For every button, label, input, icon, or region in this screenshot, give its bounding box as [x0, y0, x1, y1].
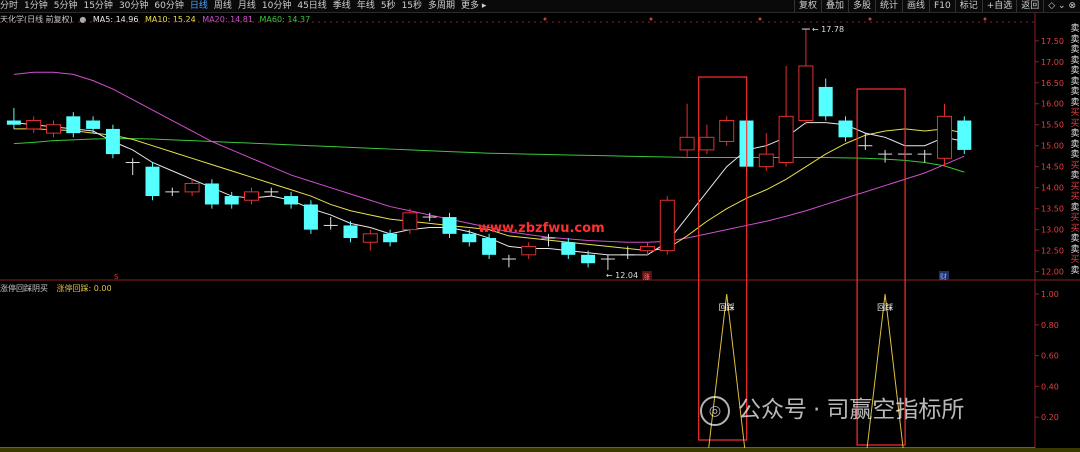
candle-body — [284, 196, 299, 205]
candle-body — [659, 199, 675, 252]
price-tick-label: 15.50 — [1041, 121, 1064, 130]
candle-body — [581, 254, 596, 264]
mark-zhang: 涨 — [643, 272, 650, 281]
event-marker-dot — [868, 17, 872, 21]
candle-body — [719, 120, 735, 143]
price-tick-label: 17.00 — [1041, 58, 1064, 67]
watermark-name: 司赢空指标所 — [826, 397, 965, 423]
candle-body — [204, 183, 219, 205]
candle-body — [6, 120, 21, 125]
candle-body — [442, 217, 457, 234]
candle-body — [184, 182, 200, 193]
candle-body — [798, 65, 814, 122]
candle-body — [462, 233, 477, 243]
candle-body — [362, 233, 378, 243]
event-marker-dot — [758, 17, 762, 21]
candle-body — [303, 204, 318, 230]
candle-body — [46, 124, 61, 134]
indicator-signal-label: 回踩 — [877, 302, 893, 312]
candle-body — [679, 136, 695, 151]
watermark: ◎ 公众号 · 司赢空指标所 — [700, 390, 964, 426]
price-tick-label: 12.50 — [1041, 247, 1064, 256]
price-tick-label: 15.00 — [1041, 142, 1064, 151]
candle-body — [818, 86, 833, 117]
price-tick-label: 16.00 — [1041, 100, 1064, 109]
candle-body — [758, 153, 774, 168]
bottom-scrollbar[interactable] — [0, 448, 1080, 452]
indicator-tick-label: 0.80 — [1041, 321, 1059, 330]
candle-body — [937, 115, 952, 159]
event-marker-dot — [543, 17, 547, 21]
kline-chart[interactable]: 17.50 17.00 16.50 16.00 15.50 15.00 14.50 14.00… — [0, 0, 1080, 452]
event-marker-dot — [983, 17, 987, 21]
candle-body — [957, 120, 972, 150]
candle-body — [482, 238, 497, 255]
price-tick-label: 14.00 — [1041, 184, 1064, 193]
indicator-tick-label: 0.60 — [1041, 352, 1059, 361]
candle-body — [343, 225, 358, 239]
watermark-dot: · — [813, 397, 821, 423]
watermark-account: 公众号 — [738, 397, 807, 423]
candle-body — [244, 191, 259, 201]
indicator-tick-label: 1.00 — [1041, 290, 1059, 299]
candle-body — [640, 245, 655, 252]
candle-body — [838, 120, 853, 138]
indicator-signal-label: 回踩 — [719, 302, 735, 312]
price-tick-label: 13.50 — [1041, 205, 1064, 214]
event-marker-dot — [649, 17, 653, 21]
candle-body — [66, 116, 81, 134]
indicator-tick-label: 0.20 — [1041, 413, 1059, 422]
indicator-tick-label: 0.40 — [1041, 382, 1059, 391]
candle-body — [105, 128, 120, 155]
candle-body — [402, 212, 418, 231]
mark-cai: 财 — [940, 272, 947, 281]
candle-body — [521, 245, 537, 256]
candle-body — [561, 242, 576, 255]
candle-body — [383, 233, 398, 243]
price-tick-label: 12.00 — [1041, 268, 1064, 277]
wechat-logo-icon: ◎ — [700, 395, 730, 426]
high-label: ← 17.78 — [812, 25, 844, 34]
candle-body — [26, 120, 42, 130]
candle-body — [778, 115, 794, 163]
candle-body — [224, 196, 239, 205]
site-watermark: www.zbzfwu.com — [478, 221, 605, 236]
candle-body — [699, 136, 715, 151]
price-tick-label: 17.50 — [1041, 37, 1064, 46]
low-label: ← 12.04 — [606, 271, 638, 280]
candle-body — [86, 120, 101, 129]
price-tick-label: 14.50 — [1041, 163, 1064, 172]
price-tick-label: 16.50 — [1041, 79, 1064, 88]
candle-body — [145, 166, 160, 197]
mark-s: S — [114, 273, 119, 281]
price-tick-label: 13.00 — [1041, 226, 1064, 235]
